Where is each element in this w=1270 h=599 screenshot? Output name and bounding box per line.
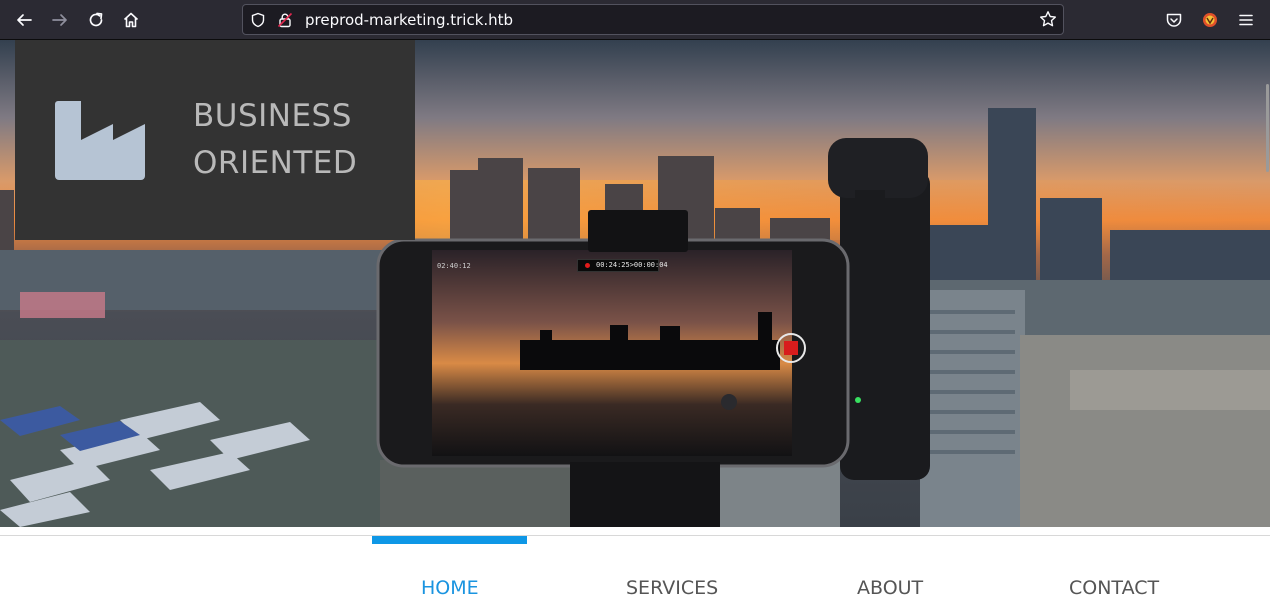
recording-timer: 00:24:25>00:00:04 (577, 259, 668, 272)
hamburger-menu-icon (1239, 14, 1253, 26)
pocket-button[interactable] (1160, 6, 1188, 34)
scrollbar-thumb[interactable] (1266, 84, 1269, 172)
site-logo[interactable]: BUSINESS ORIENTED (15, 40, 415, 240)
star-icon[interactable] (1039, 10, 1057, 28)
battery-time: 02:40:12 (437, 262, 471, 270)
extension-icon (1203, 13, 1217, 27)
reload-icon (89, 12, 103, 27)
record-dot-icon (585, 263, 590, 268)
extension-button[interactable] (1196, 6, 1224, 34)
hero-banner: 02:40:12 00:24:25>00:00:04 BUSINESS ORIE… (0, 40, 1270, 527)
browser-toolbar: preprod-marketing.trick.htb (0, 0, 1270, 40)
logo-text-line-1: BUSINESS (193, 98, 352, 134)
reload-button[interactable] (82, 6, 110, 34)
nav-active-indicator (372, 536, 527, 544)
logo-text-line-2: ORIENTED (193, 145, 358, 181)
recording-timer-text: 00:24:25>00:00:04 (596, 261, 668, 269)
forward-button[interactable] (46, 6, 74, 34)
arrow-left-icon (17, 14, 32, 26)
pocket-icon (1166, 13, 1182, 27)
factory-icon (55, 101, 145, 180)
lock-icon[interactable] (277, 12, 293, 28)
home-button[interactable] (117, 6, 145, 34)
shield-icon[interactable] (250, 12, 266, 28)
url-bar[interactable]: preprod-marketing.trick.htb (242, 4, 1064, 35)
nav-divider (0, 535, 1270, 536)
url-text[interactable]: preprod-marketing.trick.htb (305, 11, 513, 29)
main-navigation: HOME SERVICES ABOUT CONTACT (0, 527, 1270, 599)
menu-button[interactable] (1232, 6, 1260, 34)
back-button[interactable] (10, 6, 38, 34)
arrow-right-icon (52, 14, 67, 26)
home-icon (123, 12, 139, 28)
